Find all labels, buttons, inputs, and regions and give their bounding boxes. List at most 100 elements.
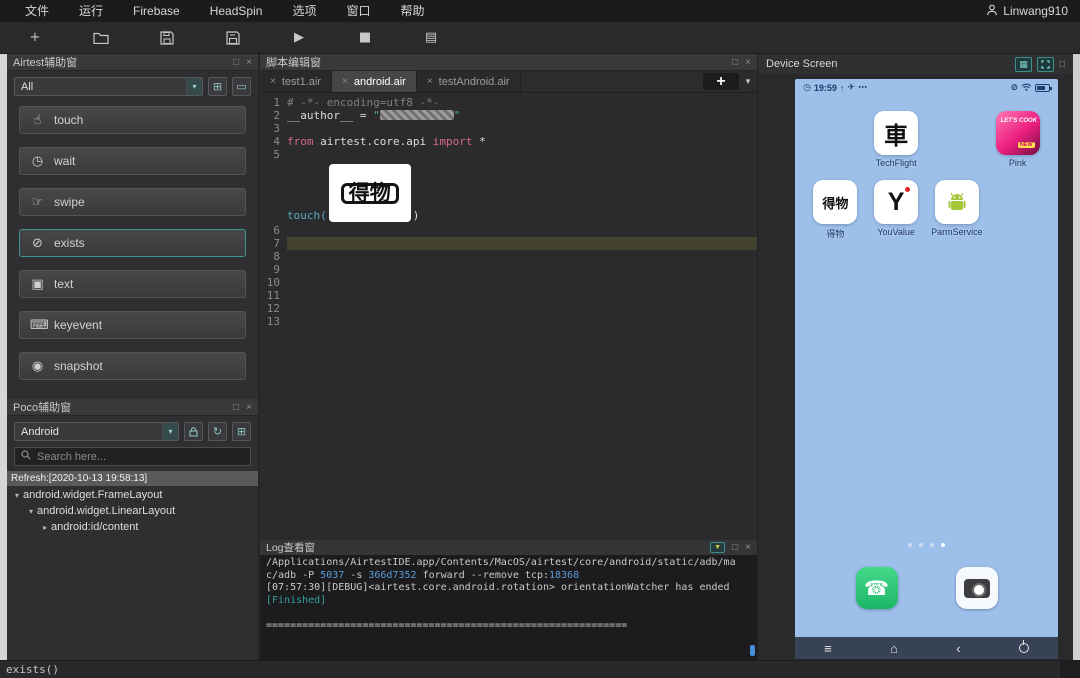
poco-mode-select[interactable]: Android ▾	[14, 422, 179, 441]
airtest-touch-button[interactable]: ☝touch	[19, 106, 246, 134]
app-pink[interactable]: LET'S COOKNEWPink	[987, 111, 1048, 168]
toolbar-new-script-button[interactable]: +	[24, 28, 46, 48]
code-line[interactable]: 12	[260, 302, 757, 315]
code-line[interactable]: 8	[260, 250, 757, 263]
close-tab-icon[interactable]: ×	[427, 76, 433, 87]
app-y[interactable]: YYouValue	[866, 180, 927, 240]
device-keyboard-icon[interactable]: ▦	[1015, 57, 1032, 72]
phone-app-icon[interactable]: ☎	[856, 567, 898, 609]
close-tab-icon[interactable]: ×	[342, 76, 348, 87]
pink-app-icon[interactable]: LET'S COOKNEW	[996, 111, 1040, 155]
poco-refresh-button[interactable]: ↻	[208, 422, 227, 441]
toolbar-run-script-button[interactable]: ▶	[288, 28, 310, 48]
nav-home-icon[interactable]: ⌂	[890, 641, 898, 656]
app-dewu[interactable]: 得物得物	[805, 180, 866, 240]
poco-lock-button[interactable]	[184, 422, 203, 441]
airtest-keyevent-button[interactable]: ⌨keyevent	[19, 311, 246, 339]
menu-item-0[interactable]: 文件	[10, 0, 64, 22]
template-image-thumbnail[interactable]: 得物	[329, 164, 411, 222]
code-line[interactable]: 1# -*- encoding=utf8 -*-	[260, 96, 757, 109]
airtest-text-button[interactable]: ▣text	[19, 270, 246, 298]
float-panel-icon[interactable]: □	[732, 57, 738, 68]
airtest-open-snippet-button[interactable]: ▭	[232, 77, 251, 96]
airtest-swipe-button[interactable]: ☞swipe	[19, 188, 246, 216]
device-screen-mirror[interactable]: ◷ 19:59 ↑ ✈ ⋯ ⊘ 車TechFlightLET'S COOKNEW…	[795, 79, 1058, 659]
chevron-right-icon[interactable]: ▸	[39, 523, 51, 532]
menu-item-3[interactable]: HeadSpin	[195, 0, 278, 22]
window-scrollbar-right[interactable]	[1073, 54, 1080, 660]
code-line[interactable]: 9	[260, 263, 757, 276]
camera-app-icon[interactable]	[956, 567, 998, 609]
code-line[interactable]: 2__author__ = ""	[260, 109, 757, 122]
toolbar-stop-script-button[interactable]: ■	[354, 28, 376, 48]
code-line[interactable]: 6	[260, 224, 757, 237]
code-line[interactable]: 7	[260, 237, 757, 250]
float-panel-icon[interactable]: □	[1059, 59, 1065, 70]
airtest-insert-snippet-button[interactable]: ⊞	[208, 77, 227, 96]
menu-item-1[interactable]: 运行	[64, 0, 118, 22]
code-line[interactable]: touch(得物)	[260, 161, 757, 224]
resize-grip[interactable]	[1060, 661, 1080, 678]
tech-app-icon[interactable]: 車	[874, 111, 918, 155]
log-panel-titlebar: Log查看窗 ▼ □ ×	[260, 540, 757, 555]
code-line[interactable]: 5	[260, 148, 757, 161]
chevron-down-icon[interactable]: ▾	[11, 491, 23, 500]
dewu-app-icon[interactable]: 得物	[813, 180, 857, 224]
code-token: "	[373, 109, 380, 122]
y-app-icon[interactable]: Y	[874, 180, 918, 224]
toolbar-open-script-button[interactable]	[90, 28, 112, 48]
float-panel-icon[interactable]: □	[233, 402, 239, 413]
close-panel-icon[interactable]: ×	[246, 402, 252, 413]
menu-item-4[interactable]: 选项	[277, 0, 331, 22]
app-android[interactable]: ParmService	[927, 180, 988, 240]
close-tab-icon[interactable]: ×	[270, 76, 276, 87]
close-panel-icon[interactable]: ×	[246, 57, 252, 68]
toolbar-show-log-button[interactable]: ▤	[420, 28, 442, 48]
new-tab-button[interactable]: +	[703, 73, 739, 90]
float-panel-icon[interactable]: □	[233, 57, 239, 68]
airtest-filter-select[interactable]: All ▾	[14, 77, 203, 96]
code-line[interactable]: 11	[260, 289, 757, 302]
float-panel-icon[interactable]: □	[732, 542, 738, 553]
log-scrollbar-thumb[interactable]	[750, 645, 755, 656]
user-account[interactable]: Linwang910	[986, 4, 1080, 19]
android-app-icon[interactable]	[935, 180, 979, 224]
log-segment: 5037	[320, 570, 344, 581]
log-output[interactable]: /Applications/AirtestIDE.app/Contents/Ma…	[260, 555, 757, 660]
menu-item-2[interactable]: Firebase	[118, 0, 195, 22]
airtest-wait-button[interactable]: ◷wait	[19, 147, 246, 175]
device-fullscreen-icon[interactable]	[1037, 57, 1054, 72]
close-panel-icon[interactable]: ×	[745, 542, 751, 553]
toolbar-save-button[interactable]	[156, 28, 178, 48]
airtest-panel-title: Airtest辅助窗	[13, 54, 77, 70]
airtest-exists-button[interactable]: ⊘exists	[19, 229, 246, 257]
editor-tab-test1.air[interactable]: ×test1.air	[260, 71, 332, 92]
chevron-down-icon[interactable]: ▾	[25, 507, 37, 516]
close-panel-icon[interactable]: ×	[745, 57, 751, 68]
log-filter-icon[interactable]: ▼	[710, 542, 725, 553]
poco-refresh-row[interactable]: Refresh:[2020-10-13 19:58:13]	[7, 471, 258, 486]
nav-back-icon[interactable]: ‹	[956, 641, 960, 656]
code-line[interactable]: 13	[260, 315, 757, 328]
toolbar-save-as-button[interactable]	[222, 28, 244, 48]
nav-power-icon[interactable]	[1019, 643, 1029, 653]
menu-items: 文件运行FirebaseHeadSpin选项窗口帮助	[0, 0, 439, 22]
app-tech[interactable]: 車TechFlight	[866, 111, 927, 168]
code-line[interactable]: 4from airtest.core.api import *	[260, 135, 757, 148]
code-token: # -*- encoding=utf8 -*-	[287, 96, 439, 109]
editor-tab-android.air[interactable]: ×android.air	[332, 71, 417, 92]
menu-item-5[interactable]: 窗口	[331, 0, 385, 22]
code-line[interactable]: 10	[260, 276, 757, 289]
tree-node[interactable]: ▸android:id/content	[7, 519, 258, 535]
poco-detach-button[interactable]: ⊞	[232, 422, 251, 441]
tree-node[interactable]: ▾android.widget.FrameLayout	[7, 487, 258, 503]
code-line[interactable]: 3	[260, 122, 757, 135]
poco-search-input[interactable]: Search here...	[14, 447, 251, 466]
editor-tab-testAndroid.air[interactable]: ×testAndroid.air	[417, 71, 521, 92]
menu-item-6[interactable]: 帮助	[385, 0, 439, 22]
new-tab-menu-icon[interactable]: ▾	[739, 71, 757, 92]
tree-node[interactable]: ▾android.widget.LinearLayout	[7, 503, 258, 519]
airtest-snapshot-button[interactable]: ◉snapshot	[19, 352, 246, 380]
code-editor[interactable]: 1# -*- encoding=utf8 -*-2__author__ = ""…	[260, 93, 757, 540]
nav-menu-icon[interactable]: ≡	[824, 641, 832, 656]
